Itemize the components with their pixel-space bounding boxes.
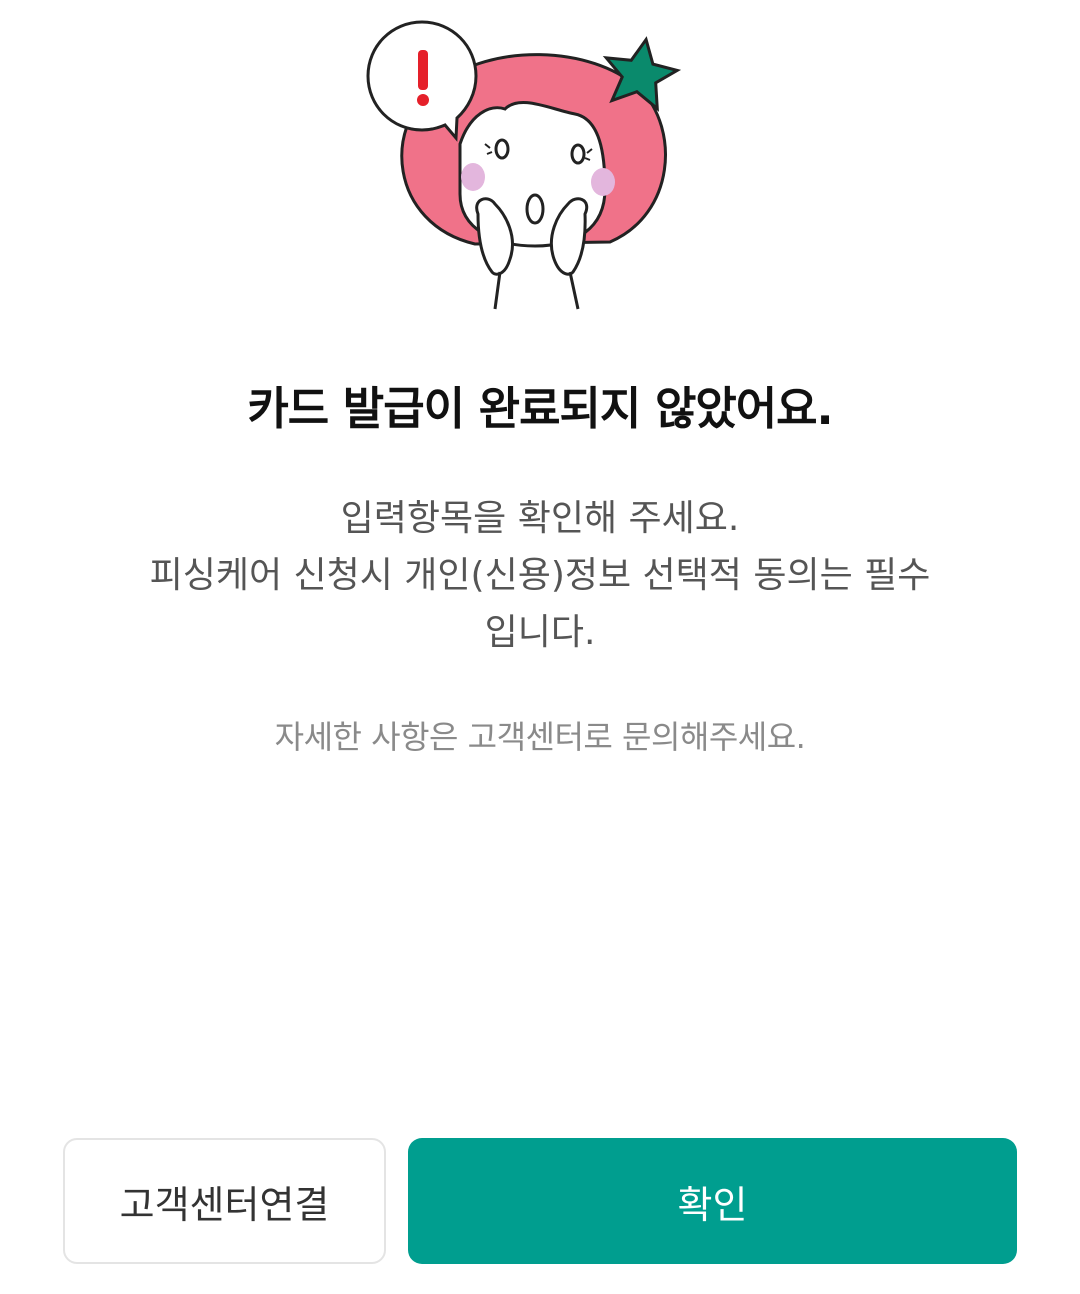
message-line: 피싱케어 신청시 개인(신용)정보 선택적 동의는 필수 [149,555,931,596]
dialog-message: 입력항목을 확인해 주세요. 피싱케어 신청시 개인(신용)정보 선택적 동의는… [90,490,990,661]
confirm-button[interactable]: 확인 [408,1138,1017,1264]
message-line: 입력항목을 확인해 주세요. [340,498,740,539]
message-line: 입니다. [484,612,596,653]
error-illustration [360,14,690,314]
customer-center-button[interactable]: 고객센터연결 [63,1138,386,1264]
dialog-title: 카드 발급이 완료되지 않았어요. [247,382,833,435]
support-notice: 자세한 사항은 고객센터로 문의해주세요. [274,718,806,756]
